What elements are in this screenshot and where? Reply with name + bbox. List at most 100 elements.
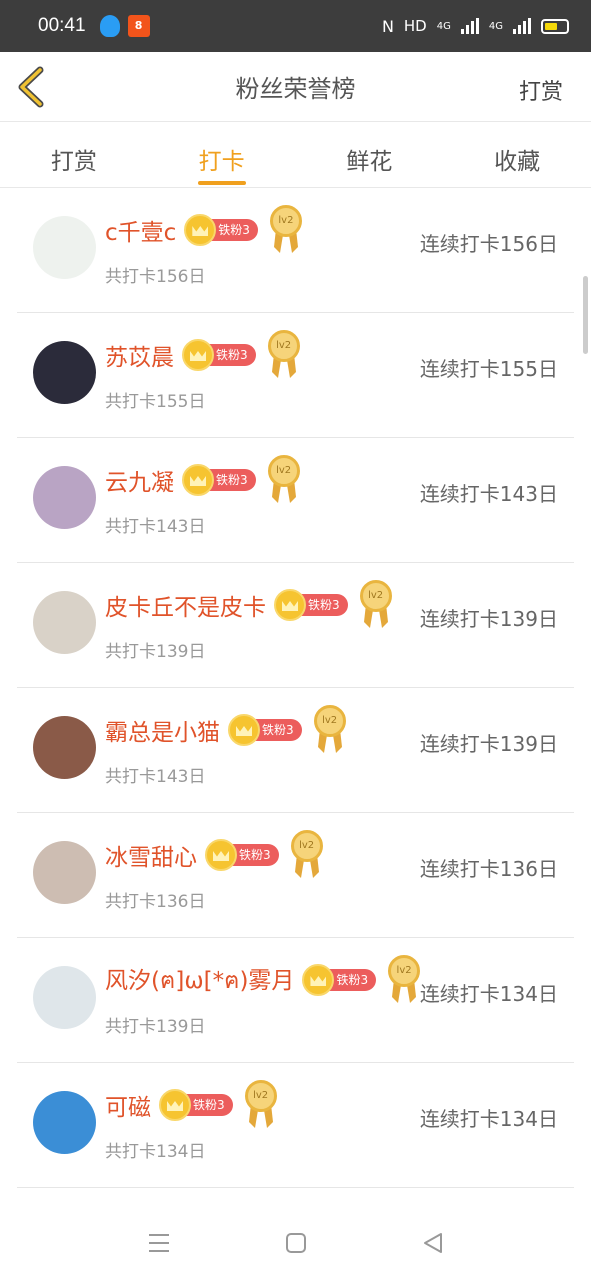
user-name[interactable]: 霸总是小猫 [105, 713, 220, 747]
list-item[interactable]: 皮卡丘不是皮卡 铁粉3 lv2 共打卡139日 连续打卡139日 [17, 563, 574, 688]
total-checkin: 共打卡143日 [105, 517, 206, 537]
scrollbar[interactable] [583, 276, 588, 354]
streak-checkin: 连续打卡155日 [419, 357, 558, 381]
nfc-icon: N [381, 16, 394, 36]
crown-icon [274, 589, 306, 621]
fan-level-badge: 铁粉3 [184, 214, 258, 246]
streak-checkin: 连续打卡134日 [419, 1107, 558, 1131]
streak-checkin: 连续打卡136日 [419, 857, 558, 881]
net-label-2: 4G [488, 20, 503, 32]
avatar[interactable] [33, 216, 96, 279]
medal-label: lv2 [313, 705, 346, 737]
name-line: 冰雪甜心 铁粉3 lv2 [105, 830, 325, 878]
total-checkin: 共打卡136日 [105, 892, 206, 912]
streak-checkin: 连续打卡139日 [419, 607, 558, 631]
qq-icon [99, 15, 120, 37]
user-name[interactable]: c千壹c [105, 213, 176, 247]
avatar[interactable] [33, 841, 96, 904]
fan-level-badge: 铁粉3 [182, 339, 256, 371]
total-checkin: 共打卡139日 [105, 642, 206, 662]
tab-favorites[interactable]: 收藏 [443, 122, 591, 187]
avatar[interactable] [33, 716, 96, 779]
list-item[interactable]: 风汐(ฅ]ω[*ฅ)雾月 铁粉3 lv2 共打卡139日 连续打卡134日 [17, 938, 574, 1063]
medal-label: lv2 [267, 330, 300, 362]
user-name[interactable]: 风汐(ฅ]ω[*ฅ)雾月 [105, 961, 294, 999]
list-item[interactable]: 云九凝 铁粉3 lv2 共打卡143日 连续打卡143日 [17, 438, 574, 563]
fan-level-badge: 铁粉3 [205, 839, 279, 871]
tab-flowers[interactable]: 鲜花 [296, 122, 444, 187]
medal-label: lv2 [359, 580, 392, 612]
app-notification-icon: 8 [127, 15, 150, 37]
total-checkin: 共打卡155日 [105, 392, 206, 412]
home-square-icon[interactable] [278, 1225, 314, 1261]
total-checkin: 共打卡134日 [105, 1142, 206, 1162]
avatar[interactable] [33, 1091, 96, 1154]
fan-level-badge: 铁粉3 [159, 1089, 233, 1121]
name-line: c千壹c 铁粉3 lv2 [105, 205, 304, 253]
name-line: 霸总是小猫 铁粉3 lv2 [105, 705, 348, 753]
streak-checkin: 连续打卡143日 [419, 482, 558, 506]
avatar[interactable] [33, 966, 96, 1029]
name-line: 苏苡晨 铁粉3 lv2 [105, 330, 302, 378]
crown-icon [182, 464, 214, 496]
crown-icon [228, 714, 260, 746]
net-label-1: 4G [436, 20, 451, 32]
status-bar: 00:41 8 N HD 4G 4G [0, 0, 591, 52]
medal-label: lv2 [267, 455, 300, 487]
medal-icon: lv2 [312, 705, 348, 755]
tab-checkin[interactable]: 打卡 [148, 122, 296, 187]
hd-label: HD [403, 17, 427, 35]
back-triangle-icon[interactable] [415, 1225, 451, 1261]
fan-level-badge: 铁粉3 [228, 714, 302, 746]
signal-icon-1 [460, 18, 479, 34]
medal-icon: lv2 [268, 205, 304, 255]
total-checkin: 共打卡156日 [105, 267, 206, 287]
medal-icon: lv2 [386, 955, 422, 1005]
status-right-group: N HD 4G 4G [382, 17, 569, 36]
fan-list: c千壹c 铁粉3 lv2 共打卡156日 连续打卡156日 苏苡晨 铁粉3 lv… [0, 188, 591, 1188]
medal-label: lv2 [388, 955, 421, 987]
avatar[interactable] [33, 591, 96, 654]
streak-checkin: 连续打卡156日 [419, 232, 558, 256]
medal-icon: lv2 [289, 830, 325, 880]
total-checkin: 共打卡143日 [105, 767, 206, 787]
list-item[interactable]: c千壹c 铁粉3 lv2 共打卡156日 连续打卡156日 [17, 188, 574, 313]
fan-level-badge: 铁粉3 [302, 964, 377, 996]
header: 粉丝荣誉榜 打赏 [0, 52, 591, 122]
crown-icon [205, 839, 237, 871]
user-name[interactable]: 冰雪甜心 [105, 838, 197, 872]
system-nav-bar [0, 1206, 591, 1280]
medal-icon: lv2 [243, 1080, 279, 1130]
list-item[interactable]: 苏苡晨 铁粉3 lv2 共打卡155日 连续打卡155日 [17, 313, 574, 438]
medal-label: lv2 [290, 830, 323, 862]
battery-icon [541, 18, 569, 34]
medal-label: lv2 [244, 1080, 277, 1112]
list-item[interactable]: 霸总是小猫 铁粉3 lv2 共打卡143日 连续打卡139日 [17, 688, 574, 813]
medal-icon: lv2 [266, 455, 302, 505]
fan-level-badge: 铁粉3 [274, 589, 348, 621]
list-item[interactable]: 可磁 铁粉3 lv2 共打卡134日 连续打卡134日 [17, 1063, 574, 1188]
crown-icon [182, 339, 214, 371]
menu-icon[interactable] [141, 1225, 177, 1261]
chevron-left-icon[interactable] [14, 66, 54, 108]
crown-icon [159, 1089, 191, 1121]
user-name[interactable]: 可磁 [105, 1088, 151, 1122]
medal-icon: lv2 [266, 330, 302, 380]
name-line: 可磁 铁粉3 lv2 [105, 1080, 279, 1128]
page-title: 粉丝荣誉榜 [235, 75, 356, 103]
crown-icon [184, 214, 217, 246]
avatar[interactable] [33, 466, 96, 529]
user-name[interactable]: 云九凝 [105, 463, 174, 497]
list-item[interactable]: 冰雪甜心 铁粉3 lv2 共打卡136日 连续打卡136日 [17, 813, 574, 938]
user-name[interactable]: 皮卡丘不是皮卡 [105, 588, 266, 622]
total-checkin: 共打卡139日 [105, 1017, 206, 1037]
name-line: 风汐(ฅ]ω[*ฅ)雾月 铁粉3 lv2 [105, 955, 422, 1003]
streak-checkin: 连续打卡134日 [419, 982, 558, 1006]
medal-label: lv2 [269, 205, 302, 237]
user-name[interactable]: 苏苡晨 [105, 338, 174, 372]
avatar[interactable] [33, 341, 96, 404]
name-line: 云九凝 铁粉3 lv2 [105, 455, 302, 503]
tab-reward[interactable]: 打赏 [0, 122, 148, 187]
reward-button[interactable]: 打赏 [519, 74, 563, 106]
tab-bar: 打赏 打卡 鲜花 收藏 [0, 122, 591, 188]
